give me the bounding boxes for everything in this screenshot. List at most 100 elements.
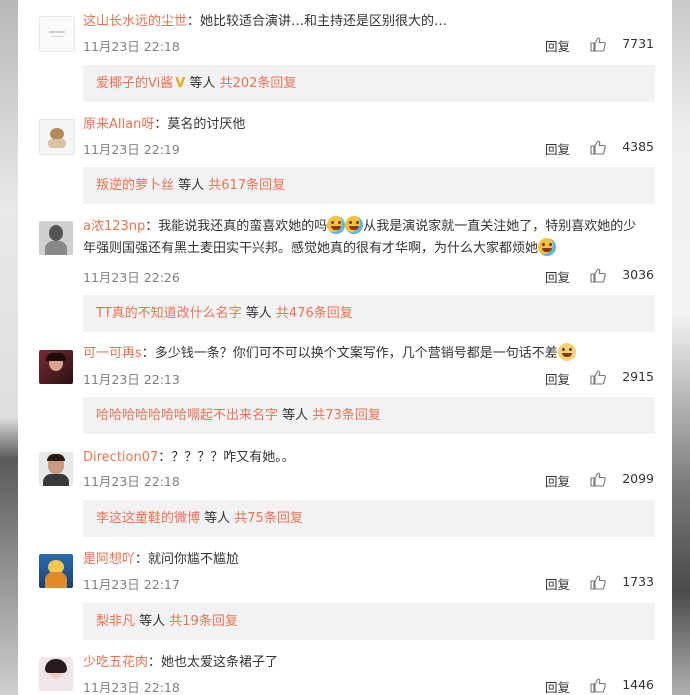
dog-face-emoji bbox=[557, 343, 576, 361]
avatar[interactable] bbox=[39, 221, 73, 255]
reply-button[interactable]: 回复 bbox=[545, 471, 570, 490]
like-button[interactable]: 2915 bbox=[584, 369, 654, 385]
comment-meta: 11月23日 22:18 回复 2099 bbox=[83, 471, 654, 491]
reply-button[interactable]: 回复 bbox=[545, 139, 570, 158]
timestamp: 11月23日 22:13 bbox=[83, 372, 180, 387]
comment-text: a浓123np：我能说我还真的蛮喜欢她的吗 从我是演说家就一直关注她了，特别喜欢她… bbox=[83, 216, 648, 260]
thumbs-up-icon bbox=[590, 370, 606, 385]
avatar[interactable] bbox=[39, 452, 73, 486]
screen: 这山长水远的尘世：她比较适合演讲…和主持还是区别很大的… 11月23日 22:1… bbox=[0, 0, 690, 695]
reply-others: 等人 bbox=[241, 306, 276, 321]
reply-username[interactable]: 梨非凡 bbox=[96, 614, 135, 629]
username-link[interactable]: 这山长水远的尘世 bbox=[83, 14, 187, 29]
reply-count-link[interactable]: 共617条回复 bbox=[208, 178, 285, 193]
reply-count-link[interactable]: 共202条回复 bbox=[220, 76, 297, 91]
reply-summary[interactable]: 爱椰子的Vi酱 V 等人 共202条回复 bbox=[83, 65, 655, 102]
reply-button[interactable]: 回复 bbox=[545, 574, 570, 593]
comment-content: ：就问你尴不尴尬 bbox=[135, 552, 240, 567]
thumbs-up-icon bbox=[590, 268, 606, 283]
username-link[interactable]: 少吃五花肉 bbox=[83, 655, 148, 670]
comment-content-part1: ：我能说我还真的蛮喜欢她的吗 bbox=[145, 219, 328, 234]
avatar[interactable] bbox=[39, 350, 73, 384]
comment-panel: 这山长水远的尘世：她比较适合演讲…和主持还是区别很大的… 11月23日 22:1… bbox=[18, 0, 672, 695]
reply-button[interactable]: 回复 bbox=[545, 267, 570, 286]
like-count: 4385 bbox=[622, 139, 654, 154]
reply-count-link[interactable]: 共75条回复 bbox=[234, 511, 303, 526]
like-button[interactable]: 4385 bbox=[584, 139, 654, 155]
comment-text: 是阿想吖：就问你尴不尴尬 bbox=[83, 549, 648, 571]
thumbs-up-icon bbox=[590, 575, 606, 590]
comment-content: ：她也太爱这条裙子了 bbox=[148, 655, 279, 670]
username-link[interactable]: 是阿想吖 bbox=[83, 552, 135, 567]
reply-username[interactable]: TT真的不知道改什么名字 bbox=[96, 306, 242, 321]
like-count: 2099 bbox=[622, 471, 654, 486]
reply-others: 等人 bbox=[278, 408, 313, 423]
avatar[interactable] bbox=[39, 16, 75, 52]
like-button[interactable]: 1733 bbox=[584, 574, 654, 590]
like-button[interactable]: 7731 bbox=[584, 36, 654, 52]
background-left-blur bbox=[0, 0, 18, 695]
reply-username[interactable]: 爱椰子的Vi酱 bbox=[96, 76, 173, 91]
reply-button[interactable]: 回复 bbox=[545, 36, 570, 55]
comment-content: ：莫名的讨厌他 bbox=[154, 117, 246, 132]
comment-content: ：她比较适合演讲…和主持还是区别很大的… bbox=[187, 14, 448, 29]
background-right-blur bbox=[672, 0, 690, 695]
comment-content: ：多少钱一条？你们可不可以换个文案写作，几个营销号都是一句话不差 bbox=[141, 346, 558, 361]
like-count: 7731 bbox=[622, 36, 654, 51]
laughing-tears-emoji bbox=[345, 216, 364, 234]
comment-text: 少吃五花肉：她也太爱这条裙子了 bbox=[83, 652, 648, 674]
thumbs-up-icon bbox=[590, 37, 606, 52]
reply-summary[interactable]: 梨非凡 等人 共19条回复 bbox=[83, 603, 655, 640]
reply-button[interactable]: 回复 bbox=[545, 369, 570, 388]
comment-meta: 11月23日 22:26 回复 3036 bbox=[83, 267, 654, 287]
comment-text: 这山长水远的尘世：她比较适合演讲…和主持还是区别很大的… bbox=[83, 11, 648, 33]
username-link[interactable]: 可一可再s bbox=[83, 346, 142, 361]
reply-username[interactable]: 李这这童鞋的微博 bbox=[96, 511, 200, 526]
username-link[interactable]: a浓123np bbox=[83, 219, 145, 234]
reply-others: 等人 bbox=[185, 76, 220, 91]
reply-count-link[interactable]: 共476条回复 bbox=[276, 306, 353, 321]
thumbs-up-icon bbox=[590, 678, 606, 693]
thumbs-up-icon bbox=[590, 140, 606, 155]
thumbs-up-icon bbox=[590, 472, 606, 487]
comment-meta: 11月23日 22:17 回复 1733 bbox=[83, 574, 654, 594]
timestamp: 11月23日 22:18 bbox=[83, 680, 180, 695]
reply-count-link[interactable]: 共19条回复 bbox=[169, 614, 238, 629]
reply-button[interactable]: 回复 bbox=[545, 677, 570, 695]
username-link[interactable]: Direction07 bbox=[83, 450, 158, 465]
comment-text: Direction07：？？？？咋又有她。。 bbox=[83, 447, 648, 469]
like-count: 1733 bbox=[622, 574, 654, 589]
comment-meta: 11月23日 22:18 回复 7731 bbox=[83, 36, 654, 56]
reply-summary[interactable]: 叛逆的萝卜丝 等人 共617条回复 bbox=[83, 167, 655, 204]
reply-count-link[interactable]: 共73条回复 bbox=[312, 408, 381, 423]
reply-others: 等人 bbox=[174, 178, 209, 193]
reply-summary[interactable]: TT真的不知道改什么名字 等人 共476条回复 bbox=[83, 295, 655, 332]
reply-others: 等人 bbox=[135, 614, 170, 629]
laughing-tears-emoji bbox=[327, 216, 346, 234]
timestamp: 11月23日 22:26 bbox=[83, 270, 180, 285]
comment-text: 原来Allan呀：莫名的讨厌他 bbox=[83, 114, 648, 136]
username-link[interactable]: 原来Allan呀 bbox=[83, 117, 154, 132]
reply-summary[interactable]: 哈哈哈哈哈哈哈嗝起不出来名字 等人 共73条回复 bbox=[83, 397, 655, 434]
like-button[interactable]: 2099 bbox=[584, 471, 654, 487]
reply-others: 等人 bbox=[200, 511, 235, 526]
laughing-tears-emoji bbox=[538, 238, 557, 256]
avatar[interactable] bbox=[39, 119, 75, 155]
like-count: 2915 bbox=[622, 369, 654, 384]
comment-meta: 11月23日 22:18 回复 1446 bbox=[83, 677, 654, 695]
timestamp: 11月23日 22:17 bbox=[83, 577, 180, 592]
avatar[interactable] bbox=[39, 554, 73, 588]
like-count: 1446 bbox=[622, 677, 654, 692]
timestamp: 11月23日 22:18 bbox=[83, 474, 180, 489]
timestamp: 11月23日 22:18 bbox=[83, 39, 180, 54]
reply-username[interactable]: 哈哈哈哈哈哈哈嗝起不出来名字 bbox=[96, 408, 278, 423]
reply-summary[interactable]: 李这这童鞋的微博 等人 共75条回复 bbox=[83, 500, 655, 537]
comment-meta: 11月23日 22:19 回复 4385 bbox=[83, 139, 654, 159]
reply-username[interactable]: 叛逆的萝卜丝 bbox=[96, 178, 174, 193]
timestamp: 11月23日 22:19 bbox=[83, 142, 180, 157]
like-button[interactable]: 1446 bbox=[584, 677, 654, 693]
comment-meta: 11月23日 22:13 回复 2915 bbox=[83, 369, 654, 389]
like-button[interactable]: 3036 bbox=[584, 267, 654, 283]
like-count: 3036 bbox=[622, 267, 654, 282]
avatar[interactable] bbox=[39, 657, 73, 691]
